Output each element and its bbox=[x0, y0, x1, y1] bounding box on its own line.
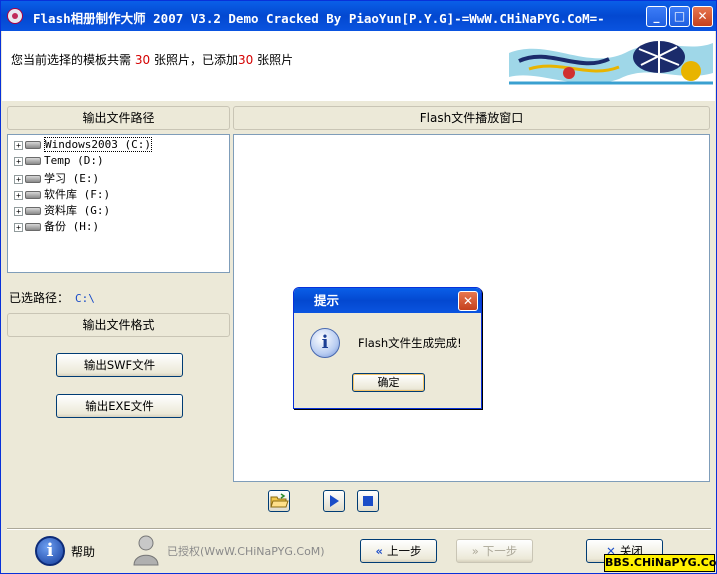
dialog-title[interactable]: 提示 bbox=[294, 288, 481, 313]
help-icon[interactable]: i bbox=[35, 536, 65, 566]
app-icon[interactable] bbox=[7, 8, 23, 24]
banner-logo-image bbox=[509, 33, 713, 91]
prev-step-button[interactable]: «上一步 bbox=[360, 539, 437, 563]
dialog-close-button[interactable]: ✕ bbox=[458, 291, 478, 311]
drive-label: 资料库 (G:) bbox=[44, 204, 111, 217]
drive-icon bbox=[25, 141, 41, 149]
dialog-message: Flash文件生成完成! bbox=[358, 336, 462, 350]
tree-item-h-drive[interactable]: + 备份 (H:) bbox=[14, 218, 99, 234]
info-prefix: 您当前选择的模板共需 bbox=[11, 53, 132, 67]
next-step-button[interactable]: » 下一步 bbox=[456, 539, 533, 563]
info-middle: 张照片，已添加 bbox=[153, 53, 238, 67]
drive-icon bbox=[25, 157, 41, 165]
play-icon bbox=[330, 495, 339, 507]
drive-label: Temp (D:) bbox=[44, 154, 104, 167]
drive-icon bbox=[25, 223, 41, 231]
drive-icon bbox=[25, 191, 41, 199]
double-right-arrow-icon: » bbox=[471, 544, 479, 558]
drive-label: Windows2003 (C:) bbox=[44, 137, 152, 152]
open-folder-icon bbox=[270, 493, 289, 508]
license-label: 已授权(WwW.CHiNaPYG.CoM) bbox=[167, 545, 325, 558]
stop-button[interactable] bbox=[357, 490, 379, 512]
double-left-arrow-icon: « bbox=[375, 544, 383, 558]
user-icon bbox=[133, 535, 159, 566]
drive-label: 学习 (E:) bbox=[44, 172, 100, 185]
expand-icon[interactable]: + bbox=[14, 156, 23, 166]
tree-item-g-drive[interactable]: + 资料库 (G:) bbox=[14, 202, 110, 218]
expand-icon[interactable]: + bbox=[14, 190, 23, 200]
window-title: Flash相册制作大师 2007 V3.2 Demo Cracked By Pi… bbox=[33, 11, 605, 26]
play-button[interactable] bbox=[323, 490, 345, 512]
output-format-header: 输出文件格式 bbox=[7, 313, 230, 337]
close-window-button[interactable]: ✕ bbox=[692, 6, 713, 27]
required-count: 30 bbox=[134, 53, 151, 67]
title-bar[interactable]: Flash相册制作大师 2007 V3.2 Demo Cracked By Pi… bbox=[1, 1, 716, 31]
added-count: 30 bbox=[237, 53, 254, 67]
info-icon: i bbox=[310, 328, 340, 358]
expand-icon[interactable]: + bbox=[14, 206, 23, 216]
tree-item-f-drive[interactable]: + 软件库 (F:) bbox=[14, 186, 110, 202]
drive-icon bbox=[25, 207, 41, 215]
watermark-badge: BBS.CHiNaPYG.CoM bbox=[604, 554, 717, 572]
main-window: Flash相册制作大师 2007 V3.2 Demo Cracked By Pi… bbox=[0, 0, 717, 574]
output-exe-button[interactable]: 输出EXE文件 bbox=[56, 394, 183, 418]
selected-path-value: C:\ bbox=[75, 292, 95, 305]
dialog-ok-button[interactable]: 确定 bbox=[352, 373, 425, 392]
output-path-header: 输出文件路径 bbox=[7, 106, 230, 130]
drive-label: 软件库 (F:) bbox=[44, 188, 111, 201]
selected-path-label: 已选路径： bbox=[9, 291, 70, 305]
drive-tree[interactable]: + Windows2003 (C:) + Temp (D:) + 学习 (E:) + 软… bbox=[7, 134, 230, 273]
minimize-button[interactable]: _ bbox=[646, 6, 667, 27]
tree-item-d-drive[interactable]: + Temp (D:) bbox=[14, 154, 104, 170]
tree-item-e-drive[interactable]: + 学习 (E:) bbox=[14, 170, 99, 186]
output-swf-button[interactable]: 输出SWF文件 bbox=[56, 353, 183, 377]
photo-count-info: 您当前选择的模板共需 30 张照片，已添加30 张照片 bbox=[11, 51, 293, 68]
expand-icon[interactable]: + bbox=[14, 140, 23, 150]
player-window-header: Flash文件播放窗口 bbox=[233, 106, 710, 130]
info-suffix: 张照片 bbox=[257, 53, 294, 67]
expand-icon[interactable]: + bbox=[14, 222, 23, 232]
drive-icon bbox=[25, 175, 41, 183]
help-label[interactable]: 帮助 bbox=[71, 543, 95, 560]
footer-divider bbox=[7, 528, 711, 530]
open-folder-button[interactable] bbox=[268, 490, 290, 512]
expand-icon[interactable]: + bbox=[14, 174, 23, 184]
stop-icon bbox=[363, 496, 373, 506]
prev-step-label: 上一步 bbox=[386, 544, 422, 558]
tree-item-c-drive[interactable]: + Windows2003 (C:) bbox=[14, 137, 152, 154]
next-step-label: 下一步 bbox=[482, 544, 518, 558]
selected-path: 已选路径： C:\ bbox=[9, 289, 95, 306]
maximize-button[interactable]: □ bbox=[669, 6, 690, 27]
info-dialog: 提示 ✕ i Flash文件生成完成! 确定 bbox=[293, 287, 482, 409]
drive-label: 备份 (H:) bbox=[44, 220, 100, 233]
